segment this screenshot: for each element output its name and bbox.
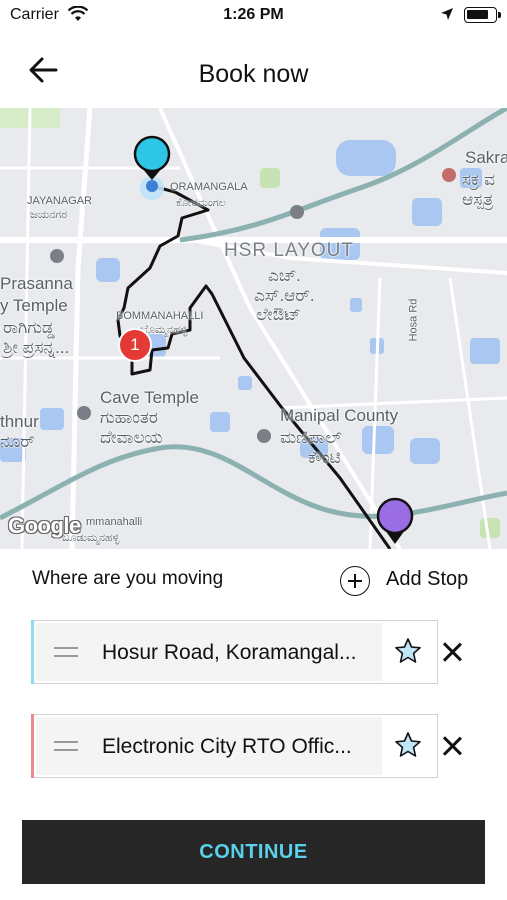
map-label-bommanahalli: BOMMANAHALLI [116,310,204,322]
star-icon[interactable] [394,637,422,670]
map-label-temple: y Temple [0,296,68,315]
map-label-hsr-layout: HSR LAYOUT [224,240,355,261]
pickup-field-body[interactable]: Hosur Road, Koramangal... [36,623,382,681]
remove-pickup-close-icon[interactable] [440,640,464,664]
map-label-thnur: thnur [0,412,39,431]
map-label-sakra-kn2: ಆಸ್ಪತ್ರ [462,190,494,209]
map-label-cave-temple: Cave Temple [100,388,199,407]
status-bar: Carrier 1:26 PM [0,0,507,30]
page-title: Book now [198,60,309,88]
map-label-jayanagar-kn: ಜಯನಗರ [30,209,68,221]
location-arrow-icon [440,7,454,26]
pickup-accent-bar [31,620,34,684]
map-label-cave-kn2: ದೇವಾಲಯ [100,428,163,447]
drag-handle-icon[interactable] [54,741,78,751]
map-label-sakra-kn1: ಸಕ್ರ ವ [462,170,496,189]
map-label-sakra: Sakra [465,148,507,167]
pickup-location-field[interactable]: Hosur Road, Koramangal... [31,620,438,684]
moving-row: Where are you moving Add Stop [0,562,507,598]
stop-marker-badge[interactable]: 1 [118,328,152,362]
map-label-temple-kn1: ರಾಗಿಗುಡ್ಡ [3,318,55,337]
map-label-koramangala: ORAMANGALA [170,181,248,193]
map-label-hsr-kn1: ಎಚ್. [268,266,301,285]
map-label-cave-kn1: ಗುಹಾಂತರ [100,408,158,427]
map-label-hosa-rd: Hosa Rd [407,298,420,342]
moving-label: Where are you moving [32,568,224,589]
pickup-address: Hosur Road, Koramangal... [102,641,357,664]
drop-accent-bar [31,714,34,778]
remove-drop-close-icon[interactable] [440,734,464,758]
star-icon[interactable] [394,731,422,764]
map-label-manipal-county: Manipal County [280,406,399,425]
status-time: 1:26 PM [223,6,284,23]
header: Book now [0,40,507,106]
drop-field-body[interactable]: Electronic City RTO Offic... [36,717,382,775]
map-label-thnur-kn: ನೂರ್ [0,432,35,451]
map-label-manipal-kn2: ಕೌಂಟಿ [308,448,341,467]
map-label-manipal-kn1: ಮಣಿಪಾಲ್ [280,428,342,447]
map-label-koramangala-kn: ಕೋರಮಂಗಲ [176,197,226,209]
plus-circle-icon [340,566,370,596]
battery-icon [464,7,501,23]
google-logo: Google [8,513,81,538]
map-label-jayanagar: JAYANAGAR [27,195,92,207]
drop-location-field[interactable]: Electronic City RTO Offic... [31,714,438,778]
route-map[interactable]: Sakra ಸಕ್ರ ವ ಆಸ್ಪತ್ರ JAYANAGAR ಜಯನಗರ ORA… [0,108,507,549]
map-label-hsr-kn2: ಎಸ್.ಆರ್. [254,286,315,305]
drop-address: Electronic City RTO Offic... [102,735,352,758]
map-label-temple-kn2: ಶ್ರೀ ಪ್ರಸನ್ನ... [3,338,70,357]
continue-button[interactable]: CONTINUE [22,820,485,884]
map-label-ammanahalli: mmanahalli [86,516,143,528]
map-label-hsr-kn3: ಲೇಔಟ್ [256,305,301,324]
add-stop-label: Add Stop [386,568,469,590]
map-label-prasanna: Prasanna [0,274,73,293]
drag-handle-icon[interactable] [54,647,78,657]
map-canvas [0,108,507,549]
